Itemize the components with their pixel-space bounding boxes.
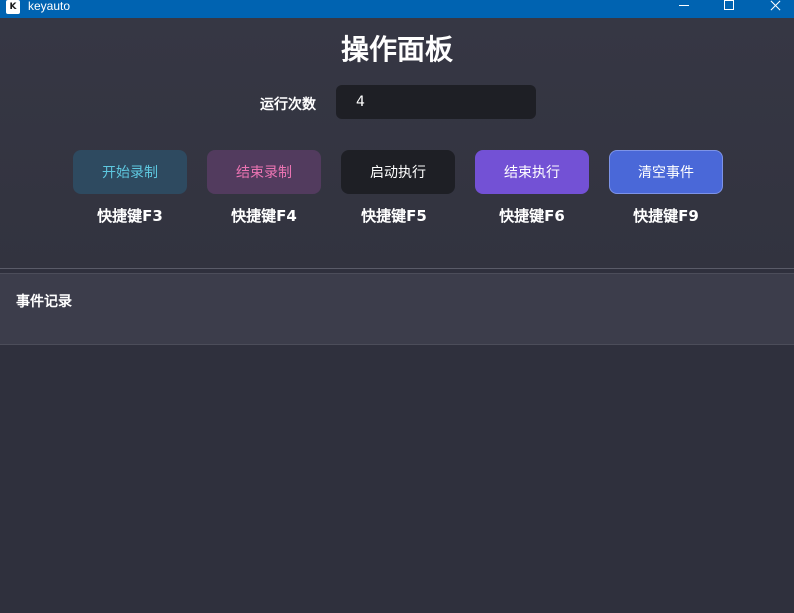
maximize-icon [724,0,734,10]
event-log-section: 事件记录 [0,273,794,345]
minimize-button[interactable] [661,0,707,18]
minimize-icon [679,4,689,6]
close-button[interactable] [752,0,794,18]
app-icon-letter: K [9,1,17,12]
close-icon [770,0,781,11]
hotkey-label-stop-recording: 快捷键F4 [231,207,297,225]
stop-execution-button[interactable]: 结束执行 [475,150,589,194]
event-log-content [0,345,794,613]
stop-recording-button[interactable]: 结束录制 [207,150,321,194]
app-icon: K [6,0,20,14]
start-execution-button[interactable]: 启动执行 [341,150,455,194]
start-recording-button[interactable]: 开始录制 [73,150,187,194]
event-log-title: 事件记录 [16,294,72,310]
window-title: keyauto [28,0,71,13]
maximize-button[interactable] [706,0,752,18]
clear-events-button[interactable]: 清空事件 [609,150,723,194]
operation-panel: 操作面板 运行次数 开始录制 结束录制 启动执行 结束执行 清空事件 快捷键F3… [0,18,794,268]
hotkey-label-start-recording: 快捷键F3 [97,207,163,225]
window-titlebar[interactable]: K keyauto [0,0,794,18]
hotkey-label-clear-events: 快捷键F9 [633,207,699,225]
hotkey-label-start-execution: 快捷键F5 [361,207,427,225]
section-divider [0,268,794,269]
run-count-input[interactable] [336,85,536,119]
hotkey-label-stop-execution: 快捷键F6 [499,207,565,225]
page-title: 操作面板 [340,33,453,66]
run-count-label: 运行次数 [260,97,316,113]
